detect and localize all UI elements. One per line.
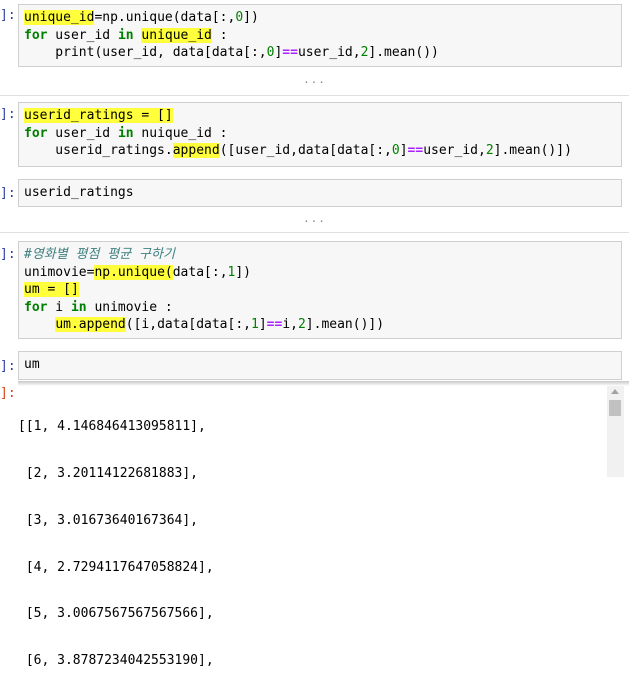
code-token: ].mean()]) [305,317,385,332]
code-line: #영화별 평점 평균 구하기 [24,246,384,264]
code-token: : [211,27,228,43]
code-cell[interactable]: #영화별 평점 평균 구하기 unimovie=np.unique(data[:,… [18,241,622,339]
code-token: 2 [297,317,306,332]
code-line: um = [] [24,281,384,299]
code-line: for user_id in unique_id : [24,27,439,45]
code-token: userid_ratings. [24,143,173,158]
code-line: userid_ratings.append([user_id,data[data… [24,142,572,160]
code-token: unimovie= [24,264,95,280]
scrollbar-thumb[interactable] [609,400,621,416]
code-line: um [24,356,40,374]
code-line: print(user_id, data[data[:,0]==user_id,2… [24,44,439,62]
code-token: for [24,299,48,315]
code-token: um [24,357,40,372]
output-line: [4, 2.7294117647058824], [18,559,214,575]
code-token: user_id, [297,45,361,60]
code-token: np.unique( [94,264,173,280]
code-token: append [172,143,220,158]
cell-prompt: ]: [0,107,16,122]
code-cell[interactable]: um [18,351,622,380]
code-line: userid_ratings = [] [24,107,572,125]
code-token: nuique_id : [133,125,228,141]
scroll-up-arrow-icon[interactable] [611,389,619,394]
code-editor[interactable]: #영화별 평점 평균 구하기 unimovie=np.unique(data[:,… [24,246,384,334]
code-token: ([i,data[data[:, [125,317,251,332]
code-token: user_id [47,27,118,43]
code-cell[interactable]: userid_ratings = [] for user_id in nuique… [18,102,622,167]
code-token: data[:, [172,264,228,280]
code-token: == [266,317,283,332]
code-line: unimovie=np.unique(data[:,1]) [24,264,384,282]
code-token: == [282,45,298,60]
code-editor[interactable]: userid_ratings [24,184,134,202]
code-token: == [407,143,424,158]
output-line: [3, 3.01673640167364], [18,512,199,528]
code-cell[interactable]: userid_ratings [18,179,622,207]
code-token: #영화별 평점 평균 구하기 [24,247,175,262]
code-token: in [117,27,134,43]
code-token: ].mean()) [368,45,439,60]
code-token: for [24,27,48,43]
collapsed-output-ellipsis[interactable]: ... [0,212,629,225]
code-token: print(user_id, data[data[:, [24,45,267,60]
cell-prompt: ]: [0,8,16,23]
code-token: 1 [251,317,259,332]
cell-divider [0,232,629,233]
output-line: [[1, 4.146846413095811], [18,419,206,435]
code-token: ].mean()]) [493,143,572,158]
code-token: 0 [391,143,400,158]
code-token: unique_id [24,10,95,25]
cell-prompt: ]: [0,359,16,374]
code-token: in [117,125,134,141]
output-line: [6, 3.8787234042553190], [18,653,214,669]
output-scrollbar[interactable] [607,386,624,477]
code-token: 2 [485,143,494,158]
output-area[interactable]: [[1, 4.146846413095811], [2, 3.201141226… [18,388,610,684]
code-line: for user_id in nuique_id : [24,125,572,143]
collapsed-output-ellipsis[interactable]: ... [0,73,629,86]
code-token: user_id, [423,143,486,158]
code-token: ] [258,317,267,332]
code-token: userid_ratings [24,185,134,200]
code-token: unimovie : [86,299,173,315]
code-token: ] [399,143,408,158]
code-token: i [47,299,71,315]
code-token: =np.unique(data[:, [94,10,236,25]
code-token: um = [] [24,282,79,297]
code-token: for [24,125,48,141]
code-token: ]) [235,264,252,280]
output-line: [5, 3.0067567567567566], [18,606,214,622]
code-line: unique_id=np.unique(data[:,0]) [24,9,439,27]
code-token: in [70,299,87,315]
code-token: 0 [235,10,244,25]
code-token: userid_ratings = [] [24,108,173,123]
code-editor[interactable]: userid_ratings = [] for user_id in nuique… [24,107,572,160]
code-token: ]) [243,10,259,25]
code-token: um.append [55,317,126,332]
code-editor[interactable]: um [24,356,40,374]
output-prompt: ]: [0,386,16,401]
output-line: [2, 3.20114122681883], [18,465,199,481]
output-area-shadow [18,381,629,386]
code-token: ([user_id,data[data[:, [219,143,392,158]
code-line: userid_ratings [24,184,134,202]
code-editor[interactable]: unique_id=np.unique(data[:,0]) for user_i… [24,9,439,62]
code-token: unique_id [141,27,212,43]
code-line: for i in unimovie : [24,299,384,317]
code-token: user_id [47,125,118,141]
code-cell[interactable]: unique_id=np.unique(data[:,0]) for user_i… [18,4,622,67]
cell-prompt: ]: [0,247,16,262]
code-token: i, [282,317,298,332]
cell-prompt: ]: [0,186,16,201]
code-line: um.append([i,data[data[:,1]==i,2].mean()… [24,316,384,334]
cell-divider [0,95,629,96]
